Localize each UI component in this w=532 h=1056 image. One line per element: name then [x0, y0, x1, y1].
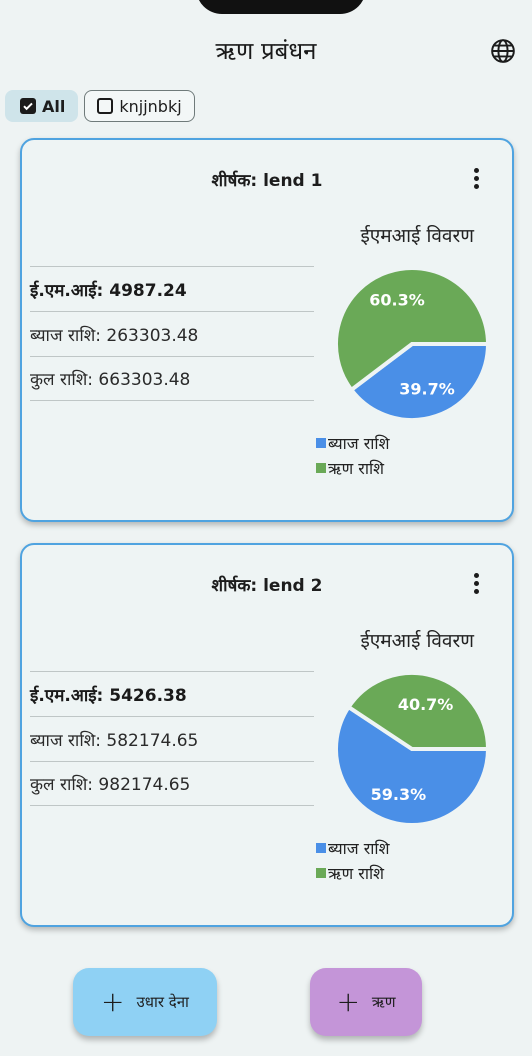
card-title: शीर्षक: lend 1 [211, 171, 323, 191]
device-notch [196, 0, 366, 14]
total-amount: कुल राशि: 982174.65 [30, 761, 314, 806]
legend-item-interest: ब्याज राशि [316, 835, 389, 860]
emi-value: ई.एम.आई: 5426.38 [30, 671, 314, 716]
pie-label-interest: 59.3% [371, 785, 427, 804]
legend-label: ऋण राशि [328, 863, 385, 883]
legend-swatch-principal [316, 867, 326, 878]
lend-button[interactable]: + उधार देना [73, 968, 217, 1036]
interest-amount: ब्याज राशि: 263303.48 [30, 311, 314, 356]
language-button[interactable] [488, 36, 518, 66]
filter-chip-all[interactable]: All [5, 90, 79, 122]
loan-details: ई.एम.आई: 5426.38 ब्याज राशि: 582174.65 क… [30, 671, 314, 806]
emi-pie-chart: 59.3% 40.7% [334, 671, 490, 827]
loan-card[interactable]: शीर्षक: lend 1 ईएमआई विवरण ई.एम.आई: 4987… [20, 138, 514, 522]
more-vert-icon [473, 167, 479, 173]
more-vert-icon-dot [473, 175, 479, 181]
page-title: ऋण प्रबंधन [215, 37, 317, 65]
filter-chip-knjjnbkj[interactable]: knjjnbkj [84, 90, 195, 122]
legend-item-interest: ब्याज राशि [316, 430, 389, 455]
legend-label: ब्याज राशि [328, 433, 390, 453]
legend-label: ब्याज राशि [328, 838, 390, 858]
card-title: शीर्षक: lend 2 [211, 576, 323, 596]
lend-button-label: उधार देना [136, 993, 189, 1011]
add-icon: + [336, 985, 360, 1018]
legend-swatch-principal [316, 462, 326, 473]
loan-button-label: ऋण [371, 993, 396, 1011]
chart-legend: ब्याज राशि ऋण राशि [316, 430, 389, 480]
chart-legend: ब्याज राशि ऋण राशि [316, 835, 389, 885]
more-vert-icon-dot [473, 183, 479, 189]
legend-item-principal: ऋण राशि [316, 455, 389, 480]
chart-title: ईएमआई विवरण [360, 630, 474, 652]
legend-item-principal: ऋण राशि [316, 860, 389, 885]
more-options-button[interactable] [466, 569, 486, 597]
globe-icon [491, 39, 515, 63]
emi-pie-chart: 39.7% 60.3% [334, 266, 490, 422]
chart-title: ईएमआई विवरण [360, 225, 474, 247]
add-icon: + [101, 985, 125, 1018]
more-options-button[interactable] [466, 164, 486, 192]
loan-card[interactable]: शीर्षक: lend 2 ईएमआई विवरण ई.एम.आई: 5426… [20, 543, 514, 927]
pie-label-interest: 39.7% [399, 380, 455, 399]
checkbox-unchecked-icon [97, 98, 114, 114]
checkbox-checked-icon [20, 98, 36, 114]
pie-label-principal: 60.3% [369, 290, 425, 309]
legend-label: ऋण राशि [328, 458, 385, 478]
filter-chips: All knjjnbkj [5, 90, 195, 122]
legend-swatch-interest [316, 842, 326, 853]
filter-chip-label: knjjnbkj [119, 96, 182, 116]
total-amount: कुल राशि: 663303.48 [30, 356, 314, 401]
filter-chip-label: All [42, 96, 66, 116]
interest-amount: ब्याज राशि: 582174.65 [30, 716, 314, 761]
more-vert-icon-dot [473, 580, 479, 586]
emi-value: ई.एम.आई: 4987.24 [30, 266, 314, 311]
loan-details: ई.एम.आई: 4987.24 ब्याज राशि: 263303.48 क… [30, 266, 314, 401]
app-bar: ऋण प्रबंधन [0, 22, 532, 78]
legend-swatch-interest [316, 437, 326, 448]
add-loan-button[interactable]: + ऋण [310, 968, 422, 1036]
pie-label-principal: 40.7% [398, 695, 454, 714]
more-vert-icon [473, 572, 479, 578]
more-vert-icon-dot [473, 588, 479, 594]
